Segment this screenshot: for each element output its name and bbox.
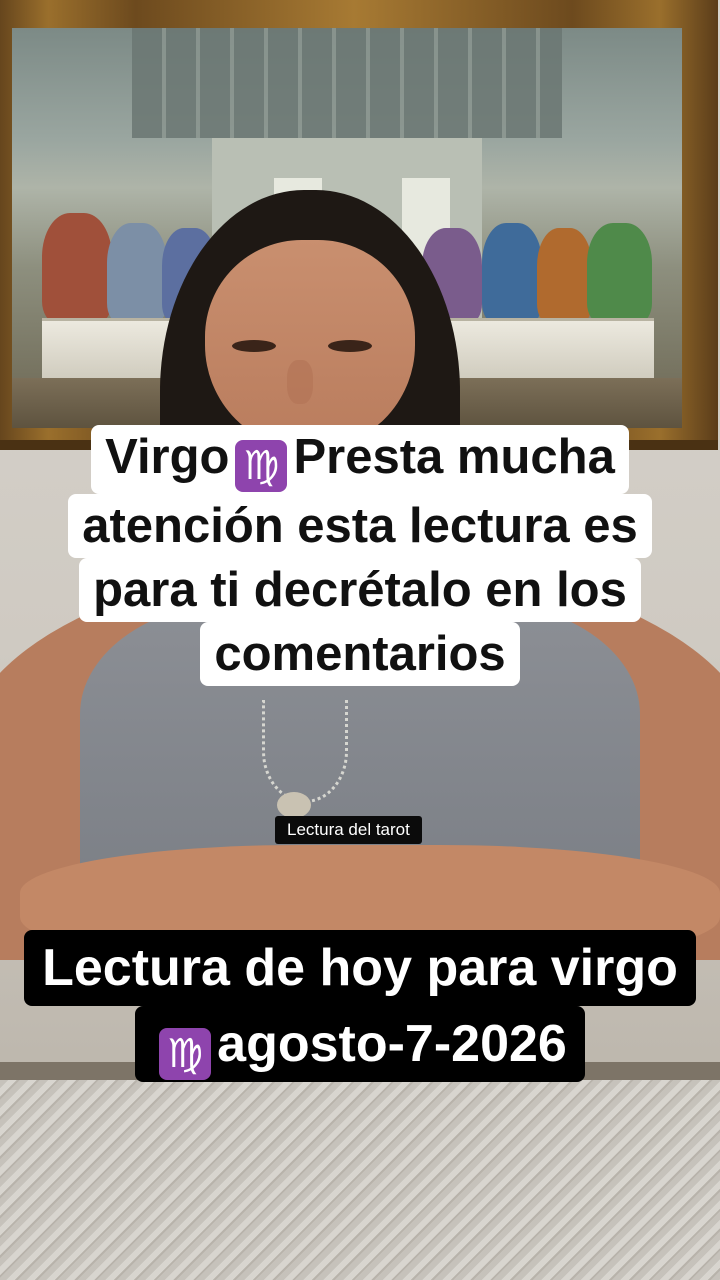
person-eye-right — [328, 340, 372, 352]
person-nose — [287, 360, 313, 404]
tarot-label: Lectura del tarot — [275, 816, 422, 844]
necklace — [262, 700, 348, 803]
top-caption-line-1: Virgo ♍ Presta mucha — [91, 425, 629, 494]
person-eye-left — [232, 340, 276, 352]
top-caption-line-3: para ti decrétalo en los — [79, 558, 641, 622]
top-caption: Virgo ♍ Presta mucha atención esta lectura… — [14, 425, 706, 686]
bottom-caption-line-1: Lectura de hoy para virgo — [24, 930, 696, 1006]
bottom-caption: Lectura de hoy para virgo ♍ agosto-7-2026 — [0, 930, 720, 1082]
top-caption-line-2: atención esta lectura es — [68, 494, 652, 558]
table-surface — [0, 1080, 720, 1280]
bottom-caption-line-2: ♍ agosto-7-2026 — [135, 1006, 585, 1082]
necklace-pendant — [277, 792, 311, 818]
top-caption-line-4: comentarios — [200, 622, 520, 686]
virgo-emoji-icon: ♍ — [159, 1028, 212, 1080]
virgo-emoji-icon: ♍ — [235, 440, 288, 492]
